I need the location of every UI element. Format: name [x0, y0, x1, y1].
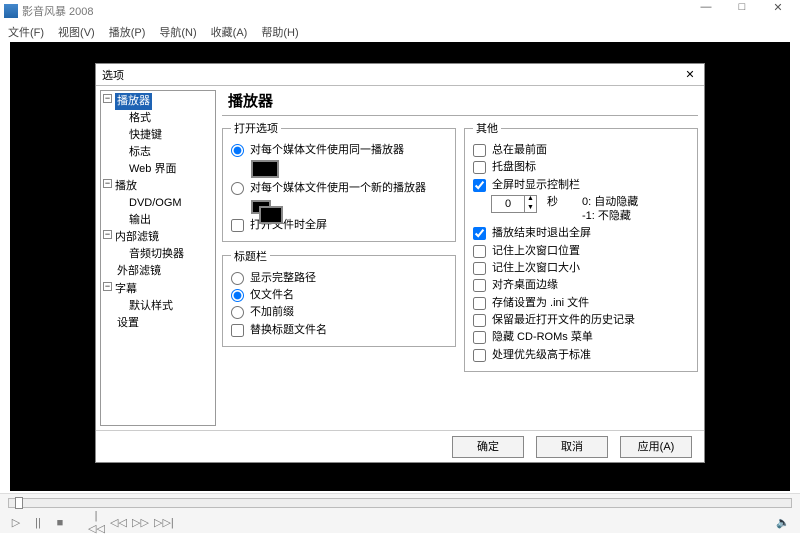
close-button[interactable]: ✕	[760, 1, 796, 21]
menubar: 文件(F) 视图(V) 播放(P) 导航(N) 收藏(A) 帮助(H)	[0, 22, 800, 42]
menu-fav[interactable]: 收藏(A)	[211, 24, 248, 40]
apply-button[interactable]: 应用(A)	[620, 436, 692, 458]
menu-help[interactable]: 帮助(H)	[261, 24, 298, 40]
titlebar-group: 标题栏 显示完整路径 仅文件名 不加前缀 替换标题文件名	[222, 248, 456, 347]
check-remember-size[interactable]: 记住上次窗口大小	[473, 261, 689, 275]
stop-button[interactable]: ■	[52, 517, 68, 529]
hide-delay-spinner[interactable]: ▲▼	[491, 195, 537, 213]
maximize-button[interactable]: □	[724, 1, 760, 21]
check-tray-icon[interactable]: 托盘图标	[473, 160, 689, 174]
tree-node-subtitles[interactable]: −字幕	[103, 281, 213, 298]
rewind-button[interactable]: ◁◁	[110, 516, 126, 529]
other-group: 其他 总在最前面 托盘图标 全屏时显示控制栏 ▲▼ 秒 0: 自动隐藏-1: 不…	[464, 120, 698, 372]
multi-monitor-icon	[251, 200, 271, 214]
other-legend: 其他	[473, 120, 501, 136]
prev-button[interactable]: |◁◁	[88, 510, 104, 535]
volume-icon[interactable]: 🔈	[776, 516, 792, 529]
radio-same-player[interactable]: 对每个媒体文件使用同一播放器	[231, 143, 447, 157]
dialog-close-icon[interactable]: ✕	[682, 68, 698, 81]
seek-bar[interactable]	[8, 498, 792, 508]
single-monitor-icon	[251, 160, 279, 178]
collapse-icon[interactable]: −	[103, 230, 112, 239]
check-priority[interactable]: 处理优先级高于标准	[473, 348, 689, 362]
app-icon	[4, 4, 18, 18]
menu-view[interactable]: 视图(V)	[58, 24, 95, 40]
collapse-icon[interactable]: −	[103, 94, 112, 103]
tree-node-format[interactable]: 格式	[103, 110, 213, 127]
seek-handle[interactable]	[15, 497, 23, 509]
tree-node-web[interactable]: Web 界面	[103, 161, 213, 178]
hide-delay-input[interactable]	[492, 198, 524, 210]
check-exit-fs-on-end[interactable]: 播放结束时退出全屏	[473, 226, 689, 240]
check-store-ini[interactable]: 存储设置为 .ini 文件	[473, 296, 689, 310]
pause-button[interactable]: ||	[30, 517, 46, 529]
seconds-label: 秒	[547, 195, 558, 209]
tree-node-logo[interactable]: 标志	[103, 144, 213, 161]
check-keep-history[interactable]: 保留最近打开文件的历史记录	[473, 313, 689, 327]
forward-button[interactable]: ▷▷	[132, 516, 148, 529]
tree-node-audio-switcher[interactable]: 音频切换器	[103, 246, 213, 263]
radio-filename-only[interactable]: 仅文件名	[231, 288, 447, 302]
tree-node-dvd[interactable]: DVD/OGM	[103, 195, 213, 212]
tree-node-internal-filters[interactable]: −内部滤镜	[103, 229, 213, 246]
spin-down-icon[interactable]: ▼	[525, 204, 536, 213]
check-hide-cdrom[interactable]: 隐藏 CD-ROMs 菜单	[473, 330, 689, 344]
tree-node-external-filters[interactable]: 外部滤镜	[103, 263, 213, 280]
tree-node-output[interactable]: 输出	[103, 212, 213, 229]
page-header: 播放器	[222, 88, 698, 116]
tree-node-hotkeys[interactable]: 快捷键	[103, 127, 213, 144]
ok-button[interactable]: 确定	[452, 436, 524, 458]
cancel-button[interactable]: 取消	[536, 436, 608, 458]
radio-new-player[interactable]: 对每个媒体文件使用一个新的播放器	[231, 181, 447, 195]
playbar: ▷ || ■ |◁◁ ◁◁ ▷▷ ▷▷| 🔈	[0, 493, 800, 533]
tree-node-default-style[interactable]: 默认样式	[103, 298, 213, 315]
window-titlebar: 影音风暴 2008 — □ ✕	[0, 0, 800, 22]
titlebar-legend: 标题栏	[231, 248, 270, 264]
open-options-legend: 打开选项	[231, 120, 281, 136]
play-button[interactable]: ▷	[8, 516, 24, 529]
dialog-title: 选项	[102, 67, 124, 83]
menu-file[interactable]: 文件(F)	[8, 24, 44, 40]
radio-full-path[interactable]: 显示完整路径	[231, 271, 447, 285]
check-fullscreen-controls[interactable]: 全屏时显示控制栏	[473, 178, 689, 192]
tree-node-playback[interactable]: −播放	[103, 178, 213, 195]
check-remember-pos[interactable]: 记住上次窗口位置	[473, 244, 689, 258]
collapse-icon[interactable]: −	[103, 179, 112, 188]
next-button[interactable]: ▷▷|	[154, 516, 170, 529]
hide-delay-hint: 0: 自动隐藏-1: 不隐藏	[582, 195, 638, 224]
check-always-on-top[interactable]: 总在最前面	[473, 143, 689, 157]
collapse-icon[interactable]: −	[103, 282, 112, 291]
options-tree[interactable]: −播放器 格式 快捷键 标志 Web 界面 −播放 DVD/OGM 输出 −内部…	[100, 90, 216, 426]
menu-play[interactable]: 播放(P)	[109, 24, 146, 40]
tree-node-settings[interactable]: 设置	[103, 315, 213, 332]
open-options-group: 打开选项 对每个媒体文件使用同一播放器 对每个媒体文件使用一个新的播放器 打开文…	[222, 120, 456, 242]
check-snap-edges[interactable]: 对齐桌面边缘	[473, 278, 689, 292]
spin-up-icon[interactable]: ▲	[525, 195, 536, 204]
options-dialog: 选项 ✕ −播放器 格式 快捷键 标志 Web 界面 −播放 DVD/OGM 输…	[95, 63, 705, 463]
radio-no-prefix[interactable]: 不加前缀	[231, 305, 447, 319]
tree-node-player[interactable]: −播放器	[103, 93, 213, 110]
minimize-button[interactable]: —	[688, 1, 724, 21]
app-title: 影音风暴 2008	[22, 3, 94, 19]
check-replace-title[interactable]: 替换标题文件名	[231, 323, 447, 337]
menu-nav[interactable]: 导航(N)	[159, 24, 196, 40]
